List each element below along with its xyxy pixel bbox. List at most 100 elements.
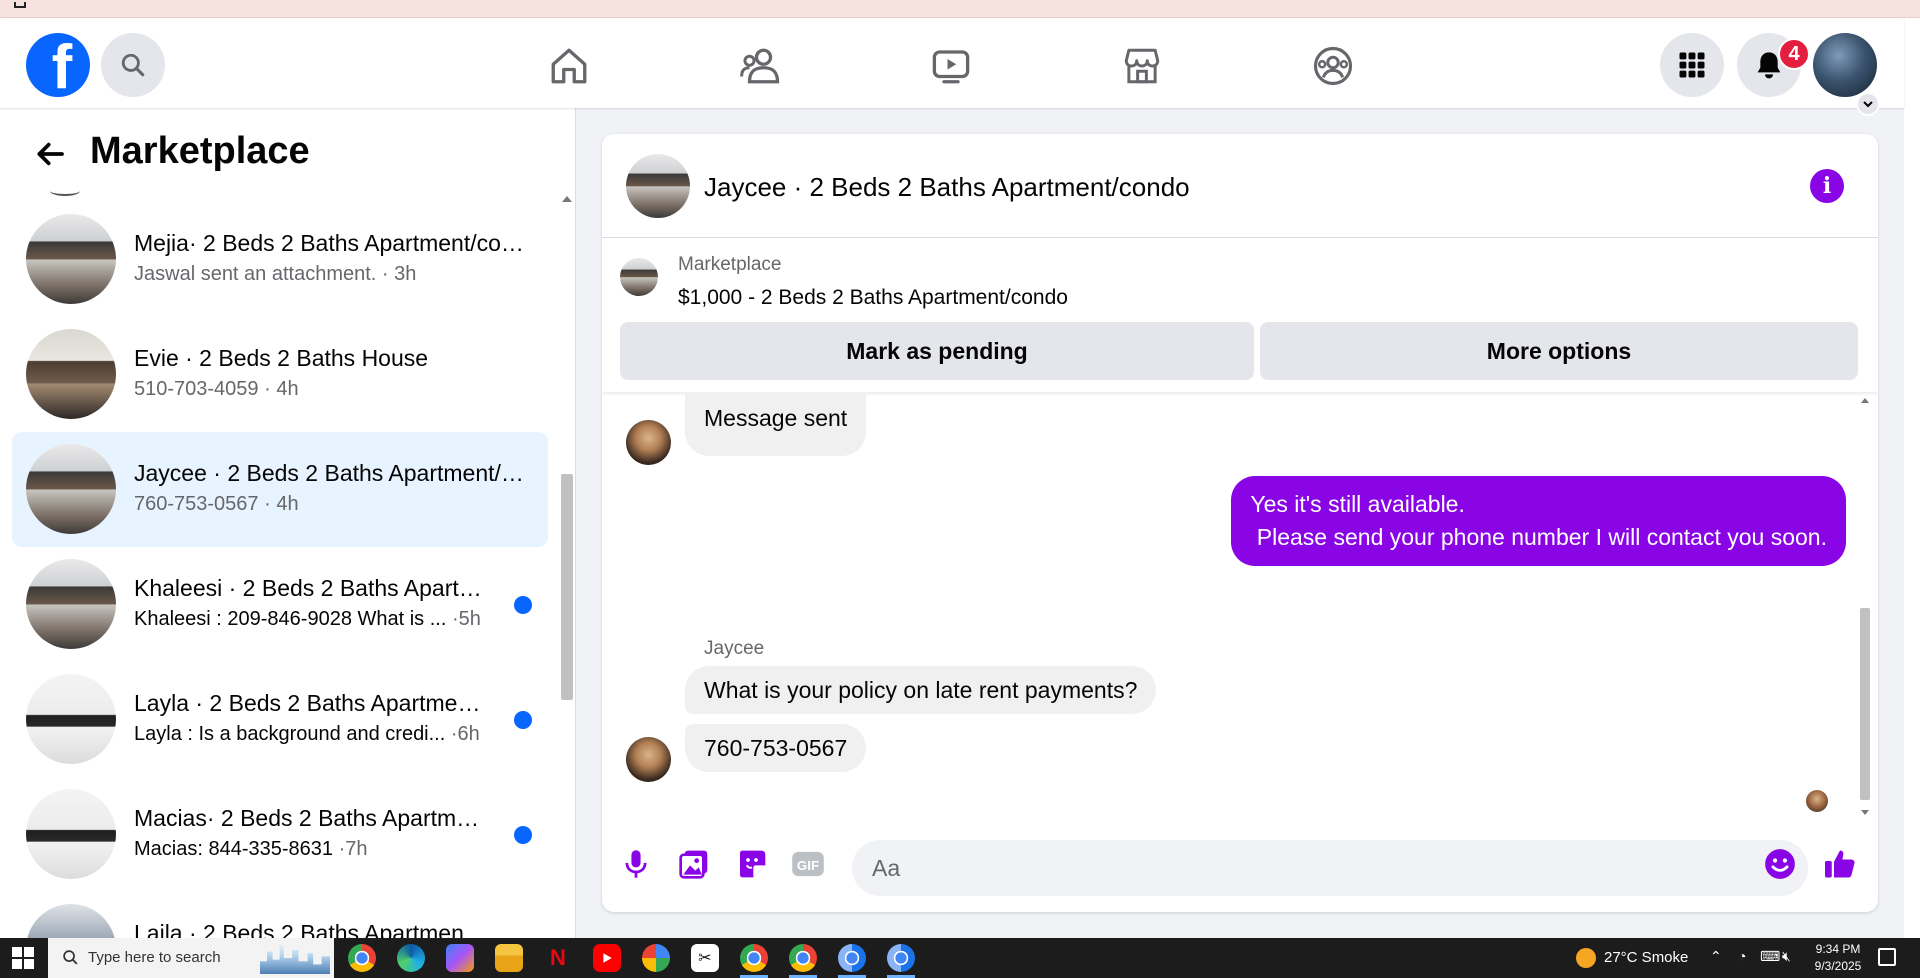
message-bubble-incoming: What is your policy on late rent payment… — [685, 666, 1157, 714]
listing-source: Marketplace — [678, 254, 782, 275]
info-icon[interactable]: i — [1810, 169, 1844, 203]
clock-date: 9/3/2025 — [1814, 959, 1862, 973]
conversation-preview-line: Khaleesi : 209-846-9028 What is ... ·5h — [134, 608, 481, 630]
sender-avatar[interactable] — [626, 737, 671, 782]
conversation-time: 6h — [457, 723, 480, 745]
conversation-time: 5h — [458, 608, 481, 630]
conversation-item[interactable]: Khaleesi · 2 Beds 2 Baths Apartment/cond… — [12, 547, 548, 662]
mark-as-pending-button[interactable]: Mark as pending — [620, 322, 1254, 380]
account-dropdown[interactable] — [1856, 92, 1880, 116]
listing-thumbnail — [26, 789, 116, 879]
google-app-icon[interactable] — [642, 944, 670, 972]
scroll-down-arrow[interactable] — [1861, 810, 1869, 815]
weather-icon[interactable] — [1576, 948, 1596, 968]
search-button[interactable] — [101, 33, 165, 97]
conversation-preview: 510-703-4059 — [134, 378, 259, 400]
sender-avatar[interactable] — [626, 420, 671, 465]
clock[interactable]: 9:34 PM 9/3/2025 — [1808, 941, 1868, 975]
scroll-up-arrow[interactable] — [562, 196, 572, 202]
copilot-icon[interactable] — [446, 944, 474, 972]
conversation-item[interactable]: Layla · 2 Beds 2 Baths Apartment/condo L… — [12, 662, 548, 777]
chrome-profile-icon[interactable] — [887, 944, 915, 972]
nav-video[interactable] — [923, 38, 979, 94]
conversation-name: Layla · 2 Beds 2 Baths Apartment/condo — [134, 690, 489, 716]
chrome-profile-icon[interactable] — [838, 944, 866, 972]
chrome-profile-icon[interactable] — [783, 938, 823, 978]
message-bubble-outgoing: Yes it's still available. Please send yo… — [1231, 476, 1846, 566]
start-button[interactable] — [12, 947, 34, 969]
conversation-item-active[interactable]: Jaycee · 2 Beds 2 Baths Apartment/condo … — [12, 432, 548, 547]
sidebar-scrollbar[interactable] — [558, 188, 574, 938]
marketplace-icon — [1124, 48, 1160, 84]
conversation-preview-line: 510-703-4059 · 4h — [134, 378, 299, 400]
play-icon — [603, 953, 612, 963]
video-icon — [932, 50, 970, 84]
chat-header: Jaycee · 2 Beds 2 Baths Apartment/condo … — [602, 134, 1878, 238]
nav-marketplace[interactable] — [1114, 38, 1170, 94]
notification-center-icon[interactable] — [1878, 948, 1896, 966]
chevron-up-icon[interactable]: ⌃ — [1710, 948, 1722, 965]
scrollbar-thumb[interactable] — [1860, 608, 1870, 800]
conversation-name: Evie · 2 Beds 2 Baths House — [134, 345, 429, 371]
sticker-button[interactable] — [732, 844, 772, 884]
windows-taskbar: Type here to search N ✂ 27°C Smoke ⌃ ◔ ⌨… — [0, 938, 1920, 978]
thread-scrollbar[interactable] — [1858, 392, 1872, 822]
svg-text:GIF: GIF — [797, 858, 819, 873]
more-options-button[interactable]: More options — [1260, 322, 1858, 380]
network-icon[interactable]: ◔ — [1738, 948, 1746, 964]
conversation-list: Mejia· 2 Beds 2 Baths Apartment/condo Ja… — [12, 202, 548, 938]
groups-icon — [1313, 46, 1353, 86]
like-button[interactable] — [1820, 844, 1860, 884]
conversation-item[interactable]: Macias· 2 Beds 2 Baths Apartment/condo M… — [12, 777, 548, 892]
message-composer: GIF — [602, 822, 1878, 912]
nav-groups[interactable] — [1305, 38, 1361, 94]
conversation-item[interactable]: Laila · 2 Beds 2 Baths Apartment/condo — [12, 892, 548, 938]
gif-icon: GIF — [792, 851, 824, 877]
conversation-name: Khaleesi · 2 Beds 2 Baths Apartment/cond… — [134, 575, 489, 601]
file-explorer-icon[interactable] — [495, 944, 523, 972]
capcut-icon[interactable]: ✂ — [691, 944, 719, 972]
conversation-time: 7h — [345, 838, 368, 860]
nav-home[interactable] — [541, 38, 597, 94]
back-button[interactable] — [30, 134, 70, 174]
chrome-profile-icon[interactable] — [740, 944, 768, 972]
conversation-preview: Layla : Is a background and credi... — [134, 723, 446, 745]
scroll-up-arrow[interactable] — [1861, 398, 1869, 403]
clock-time: 9:34 PM — [1815, 942, 1861, 956]
emoji-button[interactable] — [1760, 844, 1800, 884]
youtube-icon[interactable] — [593, 944, 621, 972]
taskbar-search[interactable]: Type here to search — [48, 938, 334, 978]
image-icon — [679, 850, 708, 879]
chat-listing-avatar[interactable] — [626, 154, 690, 218]
language-icon[interactable]: ⌨ — [1760, 948, 1780, 965]
listing-summary: Marketplace $1,000 - 2 Beds 2 Baths Apar… — [602, 238, 1878, 392]
conversation-preview-line: Layla : Is a background and credi... ·6h — [134, 723, 480, 745]
conversation-item[interactable]: Evie · 2 Beds 2 Baths House 510-703-4059… — [12, 317, 548, 432]
conversation-time: 4h — [276, 378, 299, 400]
gif-button[interactable]: GIF — [788, 844, 828, 884]
weather-text[interactable]: 27°C Smoke — [1604, 949, 1688, 966]
netflix-icon[interactable]: N — [544, 944, 572, 972]
facebook-logo[interactable]: f — [26, 33, 90, 97]
scrollbar-thumb[interactable] — [561, 474, 573, 700]
edge-icon[interactable] — [397, 944, 425, 972]
marketplace-sidebar: Marketplace Mejia· 2 Beds 2 Baths Apartm… — [0, 108, 576, 938]
nav-friends[interactable] — [732, 38, 788, 94]
menu-button[interactable] — [1660, 33, 1724, 97]
conversation-preview: 760-753-0567 — [134, 493, 259, 515]
conversation-item[interactable]: Mejia· 2 Beds 2 Baths Apartment/condo Ja… — [12, 202, 548, 317]
chat-title[interactable]: Jaycee · 2 Beds 2 Baths Apartment/condo — [704, 172, 1190, 203]
profile-avatar[interactable] — [1813, 33, 1877, 97]
conversation-time: 3h — [394, 263, 417, 285]
conversation-preview: Macias: 844-335-8631 — [134, 838, 334, 860]
message-input[interactable] — [852, 840, 1808, 896]
listing-title[interactable]: $1,000 - 2 Beds 2 Baths Apartment/condo — [678, 286, 1068, 310]
attach-photo-button[interactable] — [674, 844, 714, 884]
volume-muted-icon[interactable]: 🔇︎ — [1782, 948, 1791, 965]
home-icon — [551, 48, 587, 84]
voice-clip-button[interactable] — [616, 844, 656, 884]
conversation-preview-line: Macias: 844-335-8631 ·7h — [134, 838, 368, 860]
microphone-icon — [625, 850, 647, 878]
window-menu-icon[interactable] — [14, 2, 26, 8]
chrome-icon[interactable] — [348, 944, 376, 972]
